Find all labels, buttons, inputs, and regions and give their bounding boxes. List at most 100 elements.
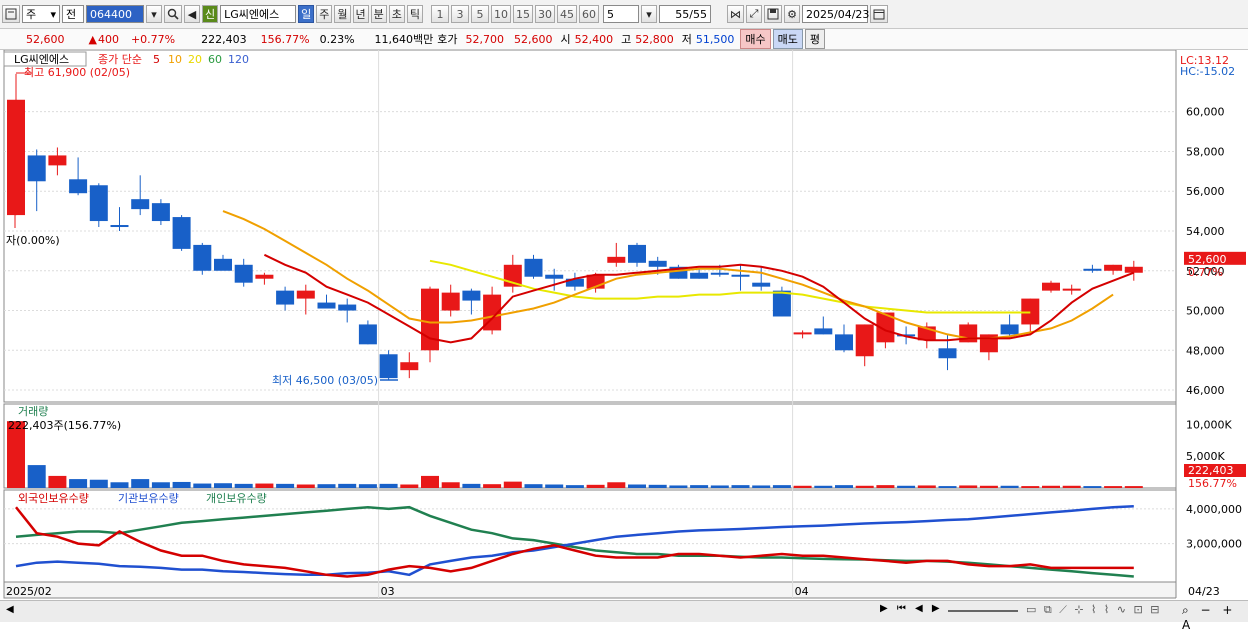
interval-button-10[interactable]: 10 xyxy=(491,5,511,23)
high-label: 고 xyxy=(621,33,632,46)
candle-body xyxy=(358,324,377,345)
volume-bar xyxy=(296,484,315,488)
chevron-down-icon[interactable]: ▾ xyxy=(146,5,162,23)
candle-body xyxy=(690,272,709,279)
volume-bar xyxy=(628,484,646,488)
quote-bar: 52,600 ▲ 400 +0.77% 222,403 156.77% 0.23… xyxy=(0,29,1248,50)
count-select[interactable]: 5 xyxy=(603,5,639,23)
volume-bar xyxy=(814,485,833,488)
volume-bar xyxy=(358,484,377,488)
candle-body xyxy=(317,302,336,309)
chart-settings-icon[interactable] xyxy=(2,5,20,23)
candle-body xyxy=(338,304,357,311)
legend-period-120: 120 xyxy=(228,53,249,66)
volume-tick-label: 5,000K xyxy=(1186,450,1225,463)
interval-button-30[interactable]: 30 xyxy=(535,5,555,23)
gear-icon[interactable]: ⚙ xyxy=(784,5,800,23)
period-button-6[interactable]: 틱 xyxy=(406,5,423,23)
volume-bar xyxy=(917,485,936,488)
sell-button[interactable]: 매도 xyxy=(772,29,803,49)
candle-body xyxy=(131,199,150,210)
expand-icon[interactable]: ⤢ xyxy=(746,5,762,23)
date-input[interactable]: 2025/04/23 xyxy=(802,5,869,23)
range-value: 55/55 xyxy=(675,7,707,21)
volume-bar xyxy=(483,484,502,488)
volume-bar xyxy=(317,484,336,488)
link-icon[interactable]: ⋈ xyxy=(727,5,744,23)
interval-button-5[interactable]: 5 xyxy=(471,5,489,23)
price-tick-label: 54,000 xyxy=(1186,225,1225,238)
period-button-4[interactable]: 분 xyxy=(370,5,387,23)
candle-body xyxy=(89,185,108,222)
volume-bar xyxy=(462,483,481,488)
volume-pct-label: 156.77% xyxy=(1188,477,1237,490)
x-axis-band xyxy=(3,581,1177,599)
volume-bar xyxy=(855,485,874,488)
scroll-left-icon[interactable]: ◀ xyxy=(6,604,14,615)
volume-bar xyxy=(690,485,709,488)
candle-body xyxy=(379,354,398,379)
candle-body xyxy=(752,282,771,287)
candle-body xyxy=(938,348,957,359)
candle-body xyxy=(772,290,791,317)
period-button-2[interactable]: 월 xyxy=(334,5,351,23)
open-label: 시 xyxy=(560,33,571,46)
volume-bar xyxy=(69,479,88,488)
price-tick-label: 60,000 xyxy=(1186,106,1225,119)
candle-body xyxy=(110,225,129,228)
volume-bar xyxy=(172,481,191,488)
price-tick-label: 48,000 xyxy=(1186,344,1225,357)
stock-name-field[interactable]: LG씨엔에스 xyxy=(220,5,297,23)
calendar-icon[interactable] xyxy=(870,5,888,23)
candle-body xyxy=(628,244,646,263)
interval-button-45[interactable]: 45 xyxy=(557,5,577,23)
candle-body xyxy=(69,179,88,194)
period-button-3[interactable]: 년 xyxy=(352,5,369,23)
drawing-tools-icon[interactable]: ▭ ⧉ ⟋ ⊹ ⌇ ⌇ ∿ ⊡ ⊟ xyxy=(1026,603,1161,617)
candle-body xyxy=(27,155,46,182)
speaker-icon[interactable]: ◀ xyxy=(184,5,200,23)
volume-bar xyxy=(793,485,812,488)
legend-period-60: 60 xyxy=(208,53,222,66)
period-button-0[interactable]: 일 xyxy=(298,5,315,23)
interval-button-15[interactable]: 15 xyxy=(513,5,533,23)
scroll-right-icon[interactable]: ▶ ⏮ ◀ ▶ xyxy=(880,603,943,614)
holder-tick-label: 3,000,000 xyxy=(1186,538,1242,551)
volume-bar xyxy=(524,484,543,488)
zoom-in-icon[interactable]: ⌕ − + A xyxy=(1182,603,1248,632)
chevron-down-icon[interactable]: ▾ xyxy=(641,5,657,23)
stock-code-input[interactable]: 064400 xyxy=(86,5,144,23)
eval-button[interactable]: 평 xyxy=(804,29,826,49)
chart-title: LG씨엔에스 xyxy=(14,53,69,66)
chart-scrollbar[interactable]: ◀ ▶ ⏮ ◀ ▶ ▭ ⧉ ⟋ ⊹ ⌇ ⌇ ∿ ⊡ ⊟ ⌕ − + A xyxy=(0,600,1248,632)
view-select[interactable]: 전 xyxy=(62,5,84,23)
volume-bar xyxy=(441,482,460,488)
search-icon[interactable] xyxy=(164,5,182,23)
volume-bar xyxy=(503,481,522,488)
volume-bar xyxy=(545,484,564,488)
interval-button-1[interactable]: 1 xyxy=(431,5,449,23)
volume-bar xyxy=(338,483,357,488)
turnover-rate: 0.23% xyxy=(319,32,355,46)
period-button-5[interactable]: 초 xyxy=(388,5,405,23)
period-select[interactable]: 주 ▾ xyxy=(22,5,60,23)
price-tick-label: 58,000 xyxy=(1186,145,1225,158)
period-button-1[interactable]: 주 xyxy=(316,5,333,23)
save-icon[interactable] xyxy=(764,5,782,23)
interval-buttons: 1 3 5 10 15 30 45 60 xyxy=(429,5,599,23)
interval-button-3[interactable]: 3 xyxy=(451,5,469,23)
candle-body xyxy=(400,362,419,371)
volume-bar xyxy=(565,485,584,488)
zoom-slider[interactable] xyxy=(948,610,1018,612)
open-price: 52,400 xyxy=(574,32,614,46)
buy-button[interactable]: 매수 xyxy=(740,29,771,49)
ratio-label: 자(0.00%) xyxy=(6,234,60,247)
view-select-value: 전 xyxy=(66,8,77,21)
candle-body xyxy=(710,272,729,275)
volume-bar xyxy=(876,485,895,488)
candle-body xyxy=(793,332,812,335)
volume-bar xyxy=(772,485,791,488)
interval-button-60[interactable]: 60 xyxy=(579,5,599,23)
range-field[interactable]: 55/55 xyxy=(659,5,711,23)
stock-chart[interactable]: 60,00058,00056,00054,00052,00050,00048,0… xyxy=(0,50,1248,600)
